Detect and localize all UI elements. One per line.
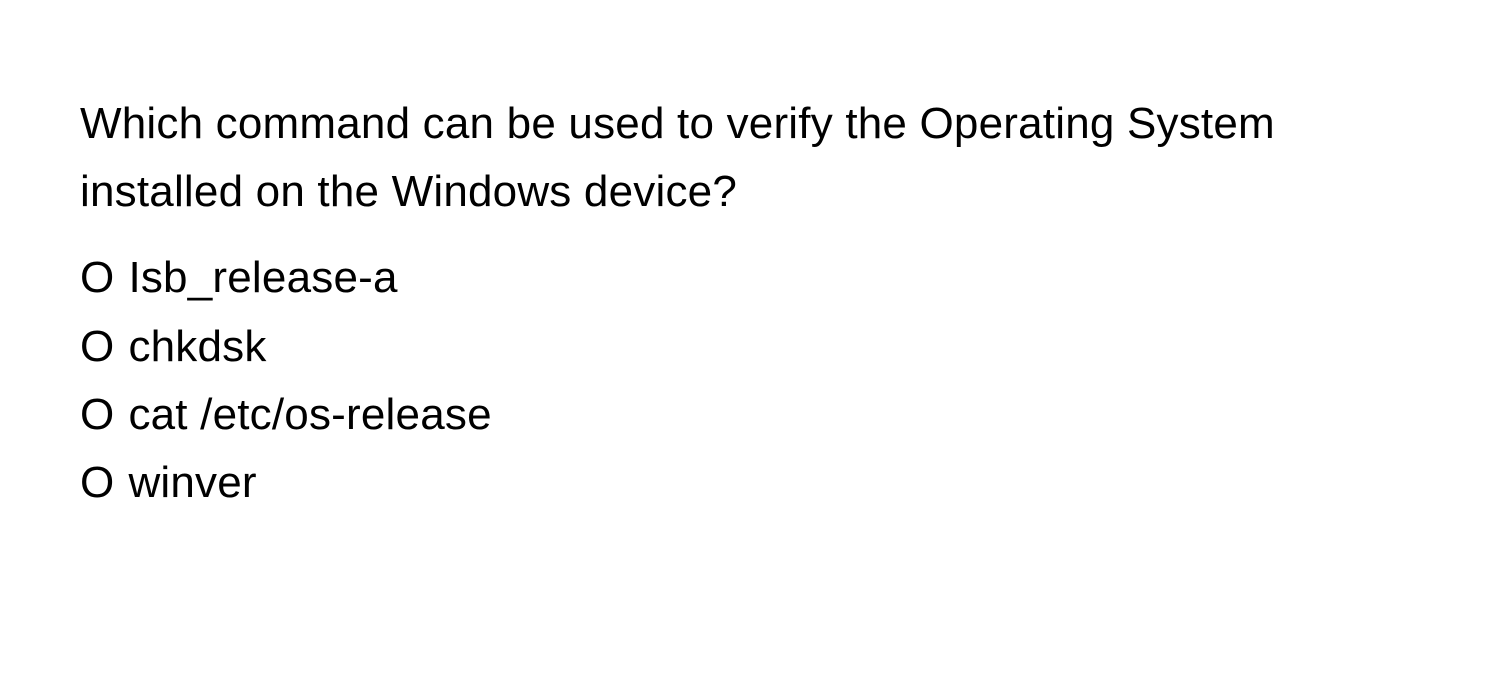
option-label: chkdsk bbox=[128, 313, 266, 381]
radio-marker: O bbox=[80, 381, 114, 449]
radio-marker: O bbox=[80, 313, 114, 381]
option-2[interactable]: O chkdsk bbox=[80, 313, 1420, 381]
option-1[interactable]: O Isb_release-a bbox=[80, 244, 1420, 312]
question-text: Which command can be used to verify the … bbox=[80, 90, 1420, 226]
radio-marker: O bbox=[80, 244, 114, 312]
option-label: cat /etc/os-release bbox=[128, 381, 491, 449]
option-4[interactable]: O winver bbox=[80, 449, 1420, 517]
option-label: Isb_release-a bbox=[128, 244, 397, 312]
option-3[interactable]: O cat /etc/os-release bbox=[80, 381, 1420, 449]
options-list: O Isb_release-a O chkdsk O cat /etc/os-r… bbox=[80, 244, 1420, 517]
radio-marker: O bbox=[80, 449, 114, 517]
option-label: winver bbox=[128, 449, 256, 517]
